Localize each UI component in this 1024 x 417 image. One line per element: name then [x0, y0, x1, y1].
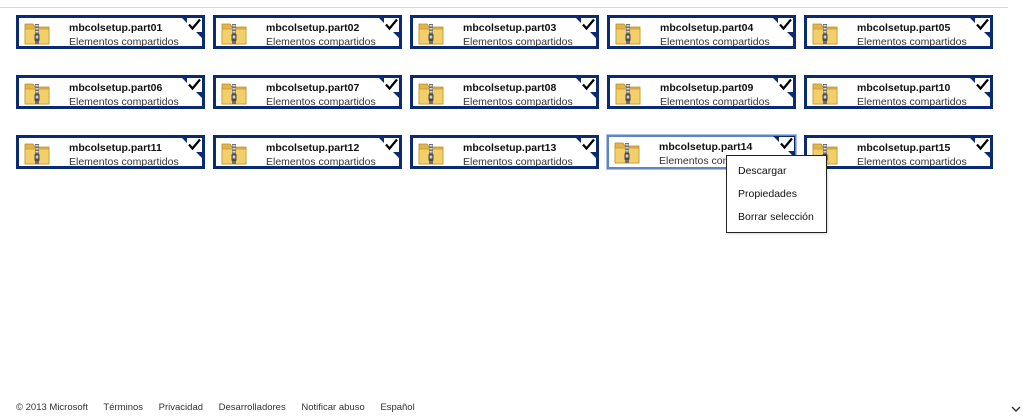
file-tile[interactable]: mbcolsetup.part08 Elementos compartidos — [410, 75, 599, 109]
file-tile[interactable]: mbcolsetup.part06 Elementos compartidos — [16, 75, 205, 109]
checkmark-icon[interactable] — [575, 137, 597, 159]
file-tile[interactable]: mbcolsetup.part07 Elementos compartidos — [213, 75, 402, 109]
file-location: Elementos compartidos — [69, 96, 179, 108]
top-divider — [0, 7, 1008, 8]
zip-folder-icon — [22, 139, 52, 167]
zip-folder-icon — [416, 19, 446, 47]
file-location: Elementos compartidos — [266, 156, 376, 168]
context-menu: Descargar Propiedades Borrar selección — [726, 155, 827, 233]
checkmark-icon[interactable] — [969, 77, 991, 99]
file-tile[interactable]: mbcolsetup.part09 Elementos compartidos — [607, 75, 796, 109]
checkmark-icon[interactable] — [181, 137, 203, 159]
file-name: mbcolsetup.part06 — [69, 82, 163, 94]
footer-link-terms[interactable]: Términos — [103, 402, 143, 413]
menu-item-clear-selection[interactable]: Borrar selección — [727, 208, 826, 231]
file-tile[interactable]: mbcolsetup.part15 Elementos compartidos — [804, 135, 993, 169]
file-name: mbcolsetup.part12 — [266, 142, 360, 154]
file-location: Elementos compartidos — [266, 96, 376, 108]
zip-folder-icon — [22, 19, 52, 47]
zip-folder-icon — [810, 19, 840, 47]
footer-link-report-abuse[interactable]: Notificar abuso — [301, 402, 364, 413]
file-name: mbcolsetup.part15 — [857, 142, 951, 154]
file-location: Elementos compartidos — [463, 156, 573, 168]
file-grid: mbcolsetup.part01 Elementos compartidos … — [16, 15, 993, 170]
menu-item-properties[interactable]: Propiedades — [727, 185, 826, 208]
file-name: mbcolsetup.part10 — [857, 82, 951, 94]
checkmark-icon[interactable] — [575, 17, 597, 39]
footer-link-privacy[interactable]: Privacidad — [159, 402, 203, 413]
file-location: Elementos compartidos — [857, 36, 967, 48]
zip-folder-icon — [219, 139, 249, 167]
file-location: Elementos compartidos — [266, 36, 376, 48]
zip-folder-icon — [613, 19, 643, 47]
checkmark-icon[interactable] — [378, 17, 400, 39]
zip-folder-icon — [612, 138, 642, 166]
chevron-down-icon[interactable] — [1011, 401, 1021, 412]
checkmark-icon[interactable] — [969, 137, 991, 159]
file-location: Elementos compartidos — [660, 36, 770, 48]
file-location: Elementos compartidos — [857, 156, 967, 168]
file-name: mbcolsetup.part11 — [69, 142, 162, 154]
onedrive-file-view: mbcolsetup.part01 Elementos compartidos … — [0, 0, 1024, 417]
checkmark-icon[interactable] — [772, 77, 794, 99]
file-tile[interactable]: mbcolsetup.part12 Elementos compartidos — [213, 135, 402, 169]
footer-copyright: © 2013 Microsoft — [16, 402, 88, 413]
file-name: mbcolsetup.part08 — [463, 82, 557, 94]
file-tile[interactable]: mbcolsetup.part05 Elementos compartidos — [804, 15, 993, 49]
file-location: Elementos compartidos — [660, 96, 770, 108]
file-name: mbcolsetup.part09 — [660, 82, 754, 94]
file-tile[interactable]: mbcolsetup.part11 Elementos compartidos — [16, 135, 205, 169]
file-tile[interactable]: mbcolsetup.part10 Elementos compartidos — [804, 75, 993, 109]
checkmark-icon[interactable] — [772, 17, 794, 39]
file-location: Elementos compartidos — [857, 96, 967, 108]
footer: © 2013 Microsoft Términos Privacidad Des… — [16, 402, 428, 413]
file-name: mbcolsetup.part05 — [857, 22, 951, 34]
file-name: mbcolsetup.part13 — [463, 142, 557, 154]
checkmark-icon[interactable] — [969, 17, 991, 39]
zip-folder-icon — [416, 79, 446, 107]
file-name: mbcolsetup.part04 — [660, 22, 754, 34]
file-tile[interactable]: mbcolsetup.part03 Elementos compartidos — [410, 15, 599, 49]
checkmark-icon[interactable] — [378, 137, 400, 159]
file-location: Elementos compartidos — [69, 36, 179, 48]
file-tile[interactable]: mbcolsetup.part13 Elementos compartidos — [410, 135, 599, 169]
checkmark-icon[interactable] — [575, 77, 597, 99]
file-tile[interactable]: mbcolsetup.part04 Elementos compartidos — [607, 15, 796, 49]
file-location: Elementos compartidos — [463, 96, 573, 108]
zip-folder-icon — [416, 139, 446, 167]
zip-folder-icon — [219, 19, 249, 47]
checkmark-icon[interactable] — [378, 77, 400, 99]
file-location: Elementos compartidos — [463, 36, 573, 48]
zip-folder-icon — [219, 79, 249, 107]
footer-link-developers[interactable]: Desarrolladores — [219, 402, 286, 413]
menu-item-download[interactable]: Descargar — [727, 162, 826, 185]
footer-link-language[interactable]: Español — [380, 402, 414, 413]
file-name: mbcolsetup.part07 — [266, 82, 360, 94]
file-tile[interactable]: mbcolsetup.part01 Elementos compartidos — [16, 15, 205, 49]
zip-folder-icon — [613, 79, 643, 107]
file-name: mbcolsetup.part02 — [266, 22, 360, 34]
file-location: Elementos compartidos — [69, 156, 179, 168]
zip-folder-icon — [22, 79, 52, 107]
file-name: mbcolsetup.part03 — [463, 22, 557, 34]
checkmark-icon[interactable] — [181, 17, 203, 39]
file-tile[interactable]: mbcolsetup.part02 Elementos compartidos — [213, 15, 402, 49]
file-name: mbcolsetup.part14 — [659, 141, 753, 153]
file-name: mbcolsetup.part01 — [69, 22, 163, 34]
checkmark-icon[interactable] — [181, 77, 203, 99]
zip-folder-icon — [810, 79, 840, 107]
